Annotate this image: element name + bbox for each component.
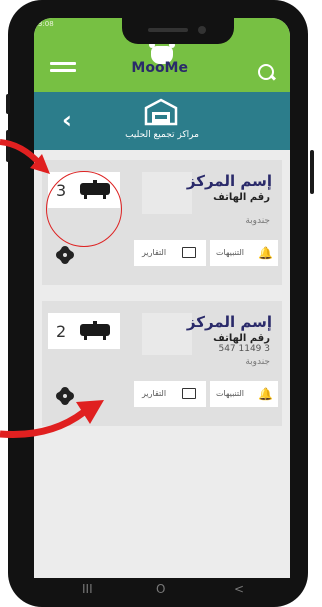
warehouse-icon — [144, 98, 178, 126]
alerts-label: التنبيهات — [216, 389, 244, 398]
tank-icon — [80, 321, 110, 340]
recents-button[interactable]: III — [82, 582, 93, 596]
tank-count: 2 — [56, 322, 67, 341]
annotation-arrow — [0, 400, 104, 438]
monitor-icon — [182, 247, 196, 258]
bell-icon: 🔔 — [258, 387, 273, 401]
center-name: إسم المركز — [186, 172, 272, 190]
governorate: جندوبة — [245, 216, 270, 226]
monitor-icon — [182, 388, 196, 399]
search-icon[interactable] — [258, 64, 274, 80]
blurred-region — [142, 313, 192, 355]
center-name: إسم المركز — [186, 313, 272, 331]
phone-side-button — [6, 94, 10, 114]
phone-number: 547 1149 3 — [218, 344, 270, 354]
section-header: ‹ مراكز تجميع الحليب — [34, 92, 290, 150]
bell-icon: 🔔 — [258, 246, 273, 260]
page-title: مراكز تجميع الحليب — [125, 130, 199, 140]
alerts-label: التنبيهات — [216, 248, 244, 257]
phone-label: رقم الهاتف — [213, 192, 270, 203]
tank-count-box[interactable]: 2 — [48, 313, 120, 349]
alerts-button[interactable]: التنبيهات 🔔 — [210, 240, 278, 266]
governorate: جندوبة — [245, 357, 270, 367]
phone-label: رقم الهاتف — [213, 333, 270, 344]
annotation-arrow — [0, 139, 50, 174]
reports-button[interactable]: التقارير — [134, 381, 206, 407]
system-nav-bar: III O < — [34, 578, 290, 602]
back-button[interactable]: ‹ — [62, 108, 72, 132]
status-time: 3:08 — [38, 20, 54, 28]
app-name: MooMe — [131, 60, 188, 76]
home-button[interactable]: O — [156, 582, 165, 596]
app-screen: 3:08 MooMe ‹ مراكز تجميع الحليب 3 إسم ال… — [34, 18, 290, 578]
app-logo: MooMe — [126, 42, 198, 76]
phone-side-button — [310, 150, 314, 194]
phone-notch — [122, 18, 234, 44]
alerts-button[interactable]: التنبيهات 🔔 — [210, 381, 278, 407]
reports-label: التقارير — [142, 389, 167, 398]
reports-button[interactable]: التقارير — [134, 240, 206, 266]
menu-icon[interactable] — [50, 62, 76, 78]
nav-back-button[interactable]: < — [234, 582, 244, 596]
blurred-region — [142, 172, 192, 214]
highlight-circle — [46, 171, 122, 247]
settings-icon[interactable] — [58, 248, 72, 262]
reports-label: التقارير — [142, 248, 167, 257]
